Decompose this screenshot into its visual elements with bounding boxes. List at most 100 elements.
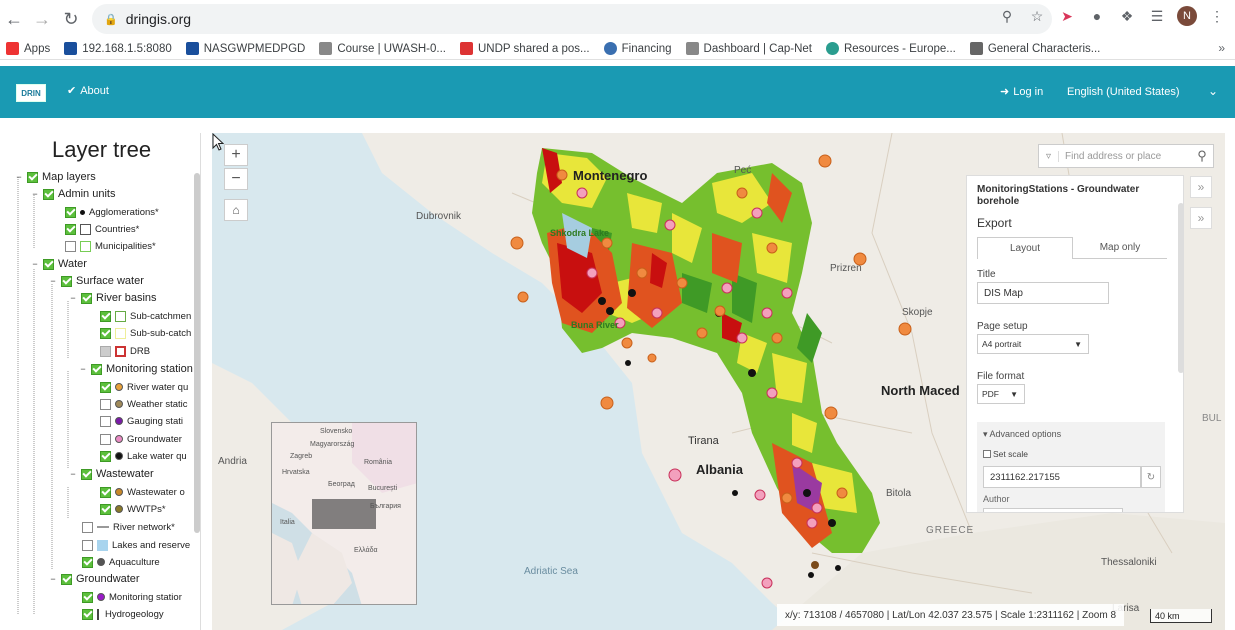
zoom-in-button[interactable]: + <box>224 144 248 166</box>
bookmark-course[interactable]: Course | UWASH-0... <box>319 42 446 55</box>
tree-item-river-network[interactable]: River network* <box>82 519 175 535</box>
layer-checkbox[interactable] <box>100 415 111 427</box>
bookmark-ip[interactable]: 192.168.1.5:8080 <box>64 42 172 55</box>
layer-checkbox[interactable] <box>65 206 76 218</box>
search-box[interactable]: ▿ Find address or place ⚲ <box>1038 144 1214 168</box>
reload-icon[interactable]: ↻ <box>57 5 85 33</box>
refresh-icon[interactable]: ↻ <box>1141 466 1161 488</box>
tree-item-hydrogeology[interactable]: Hydrogeology <box>82 606 164 622</box>
checkbox-box[interactable] <box>983 450 991 458</box>
collapse-icon[interactable]: − <box>78 364 88 374</box>
expand-panel-icon[interactable]: » <box>1190 176 1212 198</box>
bookmark-financing[interactable]: Financing <box>603 42 672 55</box>
zoom-icon[interactable]: ⚲ <box>997 6 1017 26</box>
chevron-down-icon[interactable]: ⌄ <box>1208 84 1218 98</box>
tree-item-river-basins[interactable]: − River basins <box>68 290 156 306</box>
reading-list-icon[interactable]: ☰ <box>1147 6 1167 26</box>
search-icon[interactable]: ⚲ <box>1191 148 1213 164</box>
expand-panel-icon[interactable]: » <box>1190 207 1212 229</box>
tab-map-only[interactable]: Map only <box>1073 237 1167 259</box>
tree-item-weather-station[interactable]: Weather static <box>100 396 188 412</box>
bookmark-undp[interactable]: UNDP shared a pos... <box>459 42 590 55</box>
tree-item-gauging-station[interactable]: Gauging stati <box>100 413 183 429</box>
layer-checkbox[interactable] <box>100 503 111 515</box>
layer-checkbox[interactable] <box>81 292 92 304</box>
layer-checkbox[interactable] <box>65 240 76 252</box>
star-icon[interactable]: ☆ <box>1027 6 1047 26</box>
layer-checkbox[interactable] <box>43 258 54 270</box>
extension-red-icon[interactable]: ➤ <box>1057 6 1077 26</box>
forward-arrow-icon[interactable]: → <box>28 5 56 33</box>
tree-item-monitoring-station[interactable]: − Monitoring station <box>78 361 192 377</box>
extension-circle-icon[interactable]: ● <box>1087 6 1107 26</box>
bookmark-apps[interactable]: Apps <box>6 42 50 55</box>
zoom-out-button[interactable]: − <box>224 168 248 190</box>
tree-item-admin-units[interactable]: − Admin units <box>30 186 115 202</box>
layer-checkbox[interactable] <box>27 171 38 183</box>
scale-input[interactable]: 2311162.217155 <box>983 466 1141 488</box>
bookmark-resources[interactable]: Resources - Europe... <box>825 42 956 55</box>
author-input[interactable] <box>983 508 1123 512</box>
tree-item-wastewater[interactable]: − Wastewater <box>68 466 153 482</box>
tree-item-map-layers[interactable]: − Map layers <box>14 169 95 185</box>
collapse-icon[interactable]: − <box>48 574 58 584</box>
bookmark-dashboard[interactable]: Dashboard | Cap-Net <box>685 42 812 55</box>
bookmark-general[interactable]: General Characteris... <box>969 42 1100 55</box>
layer-checkbox[interactable] <box>61 275 72 287</box>
layer-checkbox[interactable] <box>100 433 111 445</box>
tree-item-lakes-reservoirs[interactable]: Lakes and reserve <box>82 537 190 553</box>
layer-checkbox[interactable] <box>82 521 93 533</box>
tree-item-gw-monitoring-station[interactable]: Monitoring statior <box>82 589 182 605</box>
tree-item-groundwater-station[interactable]: Groundwater <box>100 431 182 447</box>
overview-extent[interactable] <box>312 499 376 529</box>
export-panel-scrollbar[interactable] <box>1178 203 1184 373</box>
tree-item-groundwater[interactable]: − Groundwater <box>48 571 139 587</box>
tree-item-drb[interactable]: DRB <box>100 343 150 359</box>
tree-item-municipalities[interactable]: Municipalities* <box>65 238 156 254</box>
set-scale-checkbox[interactable]: Set scale <box>983 449 1028 459</box>
layer-checkbox[interactable] <box>82 608 93 620</box>
menu-kebab-icon[interactable]: ⋮ <box>1207 6 1227 26</box>
collapse-icon[interactable]: − <box>48 276 58 286</box>
collapse-icon[interactable]: − <box>30 189 40 199</box>
layer-checkbox[interactable] <box>100 398 111 410</box>
layer-checkbox[interactable] <box>91 363 102 375</box>
login-link[interactable]: ➜ Log in <box>1000 85 1043 99</box>
language-select[interactable]: English (United States) <box>1067 86 1180 98</box>
home-icon[interactable]: ⌂ <box>224 199 248 221</box>
tree-item-agglomerations[interactable]: Agglomerations* <box>65 204 159 220</box>
overview-map[interactable]: Slovensko Magyarország Zagreb România Hr… <box>271 422 417 605</box>
tab-layout[interactable]: Layout <box>977 237 1073 259</box>
layer-checkbox[interactable] <box>100 381 111 393</box>
address-bar[interactable]: 🔒 dringis.org <box>92 4 1052 34</box>
layer-checkbox[interactable] <box>65 223 76 235</box>
bookmarks-more-icon[interactable]: » <box>1218 41 1225 55</box>
map-view[interactable]: Montenegro Albania North Maced Tirana Sk… <box>212 133 1225 630</box>
layer-checkbox[interactable] <box>100 450 111 462</box>
chevron-down-icon[interactable]: ▿ <box>1039 150 1059 162</box>
tree-item-wwtps[interactable]: WWTPs* <box>100 501 166 517</box>
layer-tree-scrollbar[interactable] <box>194 173 200 533</box>
tree-item-sub-catchment[interactable]: Sub-catchmen <box>100 308 191 324</box>
tree-item-lake-water-quality[interactable]: Lake water qu <box>100 448 187 464</box>
layer-checkbox[interactable] <box>100 310 111 322</box>
title-input[interactable]: DIS Map <box>977 282 1109 304</box>
layer-checkbox[interactable] <box>100 345 111 357</box>
advanced-options-toggle[interactable]: ▾ Advanced options <box>983 429 1061 440</box>
layer-checkbox[interactable] <box>82 539 93 551</box>
collapse-icon[interactable]: − <box>68 469 78 479</box>
layer-checkbox[interactable] <box>100 486 111 498</box>
layer-checkbox[interactable] <box>82 556 93 568</box>
layer-checkbox[interactable] <box>43 188 54 200</box>
tree-item-aquaculture[interactable]: Aquaculture <box>82 554 160 570</box>
layer-checkbox[interactable] <box>61 573 72 585</box>
collapse-icon[interactable]: − <box>14 172 24 182</box>
layer-checkbox[interactable] <box>81 468 92 480</box>
tree-item-surface-water[interactable]: − Surface water <box>48 273 144 289</box>
tree-item-sub-sub-catch[interactable]: Sub-sub-catch <box>100 325 191 341</box>
tree-item-river-water-quality[interactable]: River water qu <box>100 379 188 395</box>
collapse-icon[interactable]: − <box>68 293 78 303</box>
bookmark-nasgwpmedpgd[interactable]: NASGWPMEDPGD <box>185 42 305 55</box>
collapse-icon[interactable]: − <box>30 259 40 269</box>
tree-item-water[interactable]: − Water <box>30 256 87 272</box>
